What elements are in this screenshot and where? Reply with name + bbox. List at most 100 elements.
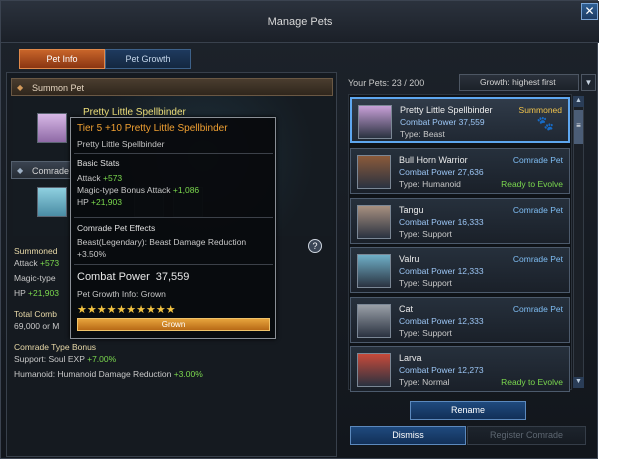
effects-header: Comrade Pet Effects (77, 223, 156, 233)
tooltip-combat-power: Combat Power 37,559 (77, 271, 189, 283)
pet-type: Type: Normal (399, 377, 450, 387)
attack-label: Attack (77, 173, 101, 183)
bonus-humanoid-value: +3.00% (173, 369, 203, 379)
scroll-down-icon[interactable]: ▼ (573, 377, 584, 388)
scroll-thumb[interactable]: ≡ (574, 110, 583, 144)
magic-label: Magic-type (14, 273, 56, 283)
paw-icon: 🐾 (536, 115, 554, 131)
cp-label: Combat Power (77, 271, 150, 283)
pet-combat-power: Combat Power 37,559 (400, 117, 485, 127)
title-bar: Manage Pets ✕ (1, 1, 599, 43)
hp-label: HP (14, 288, 26, 298)
hp-label: HP (77, 197, 89, 207)
pet-combat-power: Combat Power 12,273 (399, 365, 484, 375)
pet-status: Summoned (518, 105, 562, 115)
basic-stats-header: Basic Stats (77, 158, 120, 168)
pet-type: Type: Support (399, 278, 452, 288)
tab-pet-info[interactable]: Pet Info (19, 49, 105, 69)
pet-name: Cat (399, 304, 414, 314)
comrade-pet-slot[interactable] (37, 187, 67, 217)
rename-button[interactable]: Rename (410, 401, 526, 420)
total-combat-value: 69,000 or M (14, 321, 60, 331)
bonus-support-label: Support: Soul EXP (14, 354, 85, 364)
tooltip-attack: Attack +573 (77, 173, 122, 183)
pet-portrait (358, 105, 392, 139)
bonus-humanoid-label: Humanoid: Humanoid Damage Reduction (14, 369, 172, 379)
pet-portrait (357, 205, 391, 239)
growth-progress-bar: Grown (77, 318, 270, 331)
tooltip-hp: HP +21,903 (77, 197, 122, 207)
pet-status: Comrade Pet (512, 254, 563, 264)
pet-type: Type: Support (399, 328, 452, 338)
pet-status: Comrade Pet (512, 155, 563, 165)
divider (74, 217, 273, 218)
manage-pets-window: Manage Pets ✕ Pet Info Pet Growth ◆ Summ… (0, 0, 599, 459)
divider (74, 153, 273, 154)
tooltip-title: Tier 5 +10 Pretty Little Spellbinder (77, 123, 228, 134)
bonus-support-value: +7.00% (87, 354, 117, 364)
summon-pet-label: Summon Pet (32, 83, 85, 93)
dismiss-button[interactable]: Dismiss (350, 426, 466, 445)
summoned-label: Summoned (14, 246, 58, 256)
help-icon[interactable]: ? (308, 239, 322, 253)
close-icon[interactable]: ✕ (581, 3, 598, 20)
star-rating: ★★★★★★★★★★ (77, 304, 176, 316)
pet-card[interactable]: Bull Horn Warrior Combat Power 27,636 Type… (350, 148, 570, 194)
growth-info: Pet Growth Info: Grown (77, 289, 166, 299)
pet-portrait (357, 155, 391, 189)
divider (74, 264, 273, 265)
pet-name: Valru (399, 254, 420, 264)
chevron-down-icon[interactable]: ▼ (581, 74, 596, 91)
pet-card[interactable]: Pretty Little Spellbinder Combat Power 37… (350, 97, 570, 143)
pet-card[interactable]: Tangu Combat Power 16,333 Type: Support Com… (350, 198, 570, 244)
summon-pet-header[interactable]: ◆ Summon Pet (11, 78, 333, 96)
ready-to-evolve-label: Ready to Evolve (501, 179, 563, 189)
effect-value: +3.50% (77, 249, 107, 259)
pet-portrait (357, 304, 391, 338)
pet-count: Your Pets: 23 / 200 (348, 78, 425, 88)
pet-combat-power: Combat Power 27,636 (399, 167, 484, 177)
pet-combat-power: Combat Power 12,333 (399, 266, 484, 276)
pet-tooltip: Tier 5 +10 Pretty Little Spellbinder Pre… (70, 117, 276, 339)
comrade-bonus-header: Comrade Type Bonus (14, 342, 97, 352)
magic-value: +1,086 (172, 185, 200, 195)
summoned-pet-portrait (37, 113, 67, 143)
pet-type: Type: Support (399, 229, 452, 239)
effect-label: Beast(Legendary): Beast Damage Reduction (77, 237, 247, 247)
pet-status: Comrade Pet (512, 205, 563, 215)
comrade-header[interactable]: ◆ Comrade (11, 161, 71, 179)
pet-portrait (357, 353, 391, 387)
expand-arrow-icon: ◆ (17, 166, 24, 175)
pet-card[interactable]: Valru Combat Power 12,333 Type: Support Com… (350, 247, 570, 293)
pet-name: Pretty Little Spellbinder (400, 105, 493, 115)
pet-combat-power: Combat Power 12,333 (399, 316, 484, 326)
pet-type: Type: Humanoid (399, 179, 461, 189)
pet-type: Type: Beast (400, 129, 445, 139)
pet-card[interactable]: Cat Combat Power 12,333 Type: Support Comra… (350, 297, 570, 343)
ready-to-evolve-label: Ready to Evolve (501, 377, 563, 387)
total-combat-label: Total Comb (14, 309, 57, 319)
pet-card[interactable]: Larva Combat Power 12,273 Type: Normal Read… (350, 346, 570, 392)
tooltip-subtitle: Pretty Little Spellbinder (77, 139, 165, 149)
pet-name: Bull Horn Warrior (399, 155, 468, 165)
tooltip-magic: Magic-type Bonus Attack +1,086 (77, 185, 199, 195)
scroll-up-icon[interactable]: ▲ (573, 96, 584, 107)
hp-value: +21,903 (91, 197, 122, 207)
window-title: Manage Pets (267, 16, 333, 28)
pet-name: Tangu (399, 205, 424, 215)
comrade-label: Comrade (32, 166, 70, 176)
pet-portrait (357, 254, 391, 288)
attack-value: +573 (40, 258, 60, 268)
cp-value: 37,559 (155, 271, 190, 283)
hp-value: +21,903 (28, 288, 59, 298)
tab-pet-growth[interactable]: Pet Growth (105, 49, 191, 69)
attack-label: Attack (14, 258, 38, 268)
pet-name: Larva (399, 353, 422, 363)
pet-status: Comrade Pet (512, 304, 563, 314)
sort-dropdown[interactable]: Growth: highest first (459, 74, 579, 91)
expand-arrow-icon: ◆ (17, 83, 24, 92)
register-comrade-button[interactable]: Register Comrade (467, 426, 586, 445)
pet-combat-power: Combat Power 16,333 (399, 217, 484, 227)
attack-value: +573 (103, 173, 123, 183)
magic-label: Magic-type Bonus Attack (77, 185, 171, 195)
